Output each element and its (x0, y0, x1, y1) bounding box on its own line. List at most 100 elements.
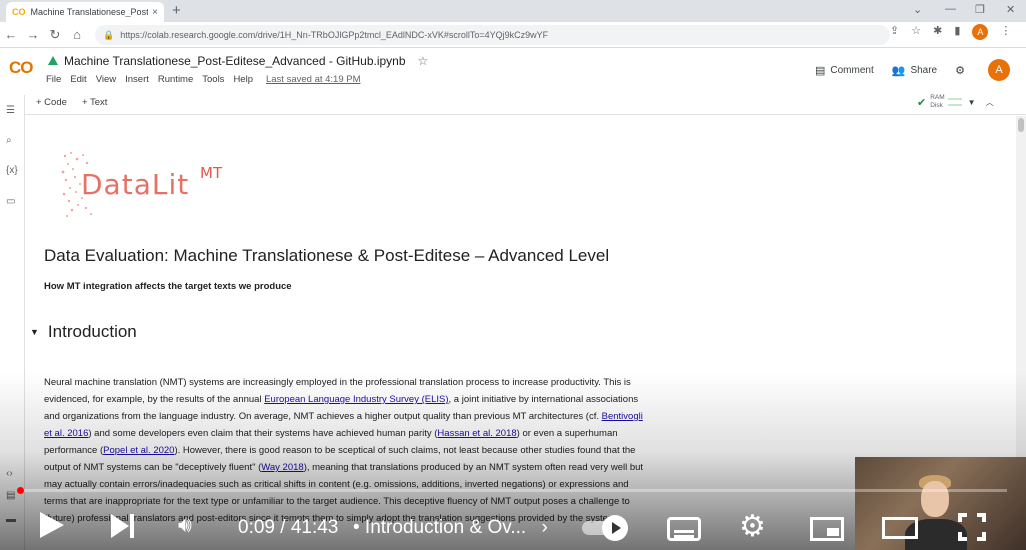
elis-link[interactable]: European Language Industry Survey (ELIS) (264, 394, 448, 405)
menu-view[interactable]: View (96, 74, 116, 85)
table-of-contents-icon[interactable]: ☰ (6, 105, 15, 116)
url-field[interactable]: 🔒 https://colab.research.google.com/driv… (95, 25, 890, 45)
bentivogli-link[interactable]: Bentivogli (602, 411, 643, 422)
add-text-button[interactable]: + Text (82, 97, 107, 108)
paragraph-line: et al. 2016) and some developers even cl… (44, 428, 618, 439)
notebook-toolbar: + Code + Text ✔ RAM Disk ▼ ︿ (0, 91, 1026, 115)
chevron-down-icon[interactable]: ⌄ (913, 3, 922, 16)
menu-file[interactable]: File (46, 74, 61, 85)
resource-indicator[interactable]: ✔ RAM Disk ▼ ︿ (917, 94, 1004, 110)
share-page-icon[interactable]: ⇪ (890, 24, 899, 40)
url-text: https://colab.research.google.com/drive/… (120, 30, 549, 40)
menu-insert[interactable]: Insert (125, 74, 149, 85)
new-tab-button[interactable]: + (172, 2, 181, 19)
comment-label: Comment (830, 64, 874, 76)
command-palette-icon[interactable]: ▤ (6, 490, 15, 501)
chapter-title-button[interactable]: • Introduction & Ov... › (353, 517, 548, 539)
resource-meter (947, 98, 962, 106)
forward-icon[interactable]: → (22, 27, 44, 42)
restore-icon[interactable]: ❐ (975, 3, 985, 16)
account-avatar[interactable]: A (988, 59, 1010, 81)
logo-superscript: MT (200, 164, 223, 182)
volume-icon[interactable]: 🔊︎ (178, 512, 192, 538)
variables-icon[interactable]: {x} (6, 165, 18, 176)
lock-icon: 🔒 (103, 29, 115, 40)
browser-toolbar-icons: ⇪ ☆ ✱ ▮ A ⋮ (890, 24, 1011, 40)
bentivogli-link-cont[interactable]: et al. 2016 (44, 428, 88, 439)
comment-icon: ▤ (814, 64, 826, 77)
browser-tab[interactable]: CO Machine Translationese_Post-Edi × (6, 2, 164, 22)
chevron-right-icon: › (541, 517, 548, 538)
notebook-title[interactable]: Machine Translationese_Post-Editese_Adva… (64, 54, 406, 68)
section-header-introduction[interactable]: ▼ Introduction (30, 322, 137, 342)
browser-menu-icon[interactable]: ⋮ (1000, 24, 1011, 40)
page-title: Data Evaluation: Machine Translationese … (44, 246, 610, 265)
extensions-icon[interactable]: ✱ (933, 24, 942, 40)
side-rail: ☰ ⌕ {x} ▭ ‹› ▤ ▬ (0, 95, 25, 550)
section-title: Introduction (47, 322, 137, 341)
minimize-icon[interactable]: — (945, 3, 956, 15)
address-bar-row: ← → ↻ ⌂ 🔒 https://colab.research.google.… (0, 22, 1026, 48)
last-saved-link[interactable]: Last saved at 4:19 PM (266, 74, 361, 85)
paragraph-line: output of NMT systems can be "deceptivel… (44, 462, 644, 473)
theater-mode-icon[interactable] (882, 517, 918, 539)
collapse-header-icon[interactable]: ︿ (986, 97, 994, 108)
way-link[interactable]: Way 2018 (261, 462, 303, 473)
tab-close-icon[interactable]: × (152, 7, 158, 18)
tab-title: Machine Translationese_Post-Edi (30, 7, 149, 17)
collapse-caret-icon[interactable]: ▼ (30, 327, 39, 337)
menu-tools[interactable]: Tools (202, 74, 224, 85)
datalit-logo: DataLit MT (61, 150, 241, 220)
menu-help[interactable]: Help (233, 74, 253, 85)
connected-check-icon: ✔ (917, 96, 927, 109)
settings-button[interactable]: ⚙ (955, 64, 970, 77)
fullscreen-icon[interactable] (958, 513, 986, 541)
search-icon[interactable]: ⌕ (6, 135, 12, 146)
runtime-dropdown-icon[interactable]: ▼ (968, 98, 976, 107)
disk-label: Disk (930, 102, 943, 109)
screen: CO Machine Translationese_Post-Edi × + ⌄… (0, 0, 1026, 550)
code-snippets-icon[interactable]: ‹› (6, 468, 13, 479)
video-time: 0:09 / 41:43 (238, 517, 339, 538)
paragraph-line: Neural machine translation (NMT) systems… (44, 377, 631, 388)
paragraph-line: and organizations from the language indu… (44, 411, 643, 422)
video-progress-bar[interactable] (19, 489, 1007, 492)
hassan-link[interactable]: Hassan et al. 2018 (437, 428, 516, 439)
reload-icon[interactable]: ↻ (44, 27, 66, 43)
autoplay-toggle[interactable] (582, 515, 634, 541)
next-video-icon[interactable] (111, 514, 137, 538)
notebook-title-row: Machine Translationese_Post-Editese_Adva… (48, 54, 428, 68)
subtitles-icon[interactable] (667, 517, 701, 541)
settings-gear-icon[interactable]: ⚙ (739, 509, 766, 544)
scrollbar-thumb[interactable] (1018, 118, 1024, 132)
play-icon[interactable] (40, 512, 64, 538)
add-code-button[interactable]: + Code (36, 97, 67, 108)
menu-runtime[interactable]: Runtime (158, 74, 193, 85)
page-subtitle: How MT integration affects the target te… (44, 281, 292, 292)
popel-link[interactable]: Popel et al. 2020 (103, 445, 174, 456)
menu-bar: File Edit View Insert Runtime Tools Help… (46, 74, 361, 85)
ram-label: RAM (930, 94, 945, 101)
terminal-icon[interactable]: ▬ (6, 514, 16, 525)
bookmark-star-icon[interactable]: ☆ (911, 24, 921, 40)
paragraph-line: terms that are inappropriate for the tex… (44, 496, 630, 507)
sidepanel-icon[interactable]: ▮ (954, 24, 960, 40)
header-actions: ▤ Comment 👥 Share ⚙ A (797, 59, 1010, 81)
video-scrubber-handle[interactable] (17, 487, 24, 494)
colab-logo[interactable]: CO (9, 58, 33, 78)
profile-avatar[interactable]: A (972, 24, 989, 40)
colab-header: CO Machine Translationese_Post-Editese_A… (0, 49, 1026, 91)
colab-favicon-icon: CO (12, 7, 26, 17)
paragraph-line: performance (Popel et al. 2020). However… (44, 445, 636, 456)
close-window-icon[interactable]: ✕ (1006, 3, 1015, 16)
share-button[interactable]: 👥 Share (892, 64, 937, 77)
star-icon[interactable]: ☆ (418, 54, 429, 68)
browser-tab-strip: CO Machine Translationese_Post-Edi × + ⌄… (0, 0, 1026, 22)
comment-button[interactable]: ▤ Comment (815, 64, 874, 77)
files-folder-icon[interactable]: ▭ (6, 196, 15, 207)
menu-edit[interactable]: Edit (70, 74, 86, 85)
drive-icon (48, 56, 59, 66)
home-icon[interactable]: ⌂ (66, 27, 88, 42)
back-icon[interactable]: ← (0, 27, 22, 42)
miniplayer-icon[interactable] (810, 517, 844, 541)
